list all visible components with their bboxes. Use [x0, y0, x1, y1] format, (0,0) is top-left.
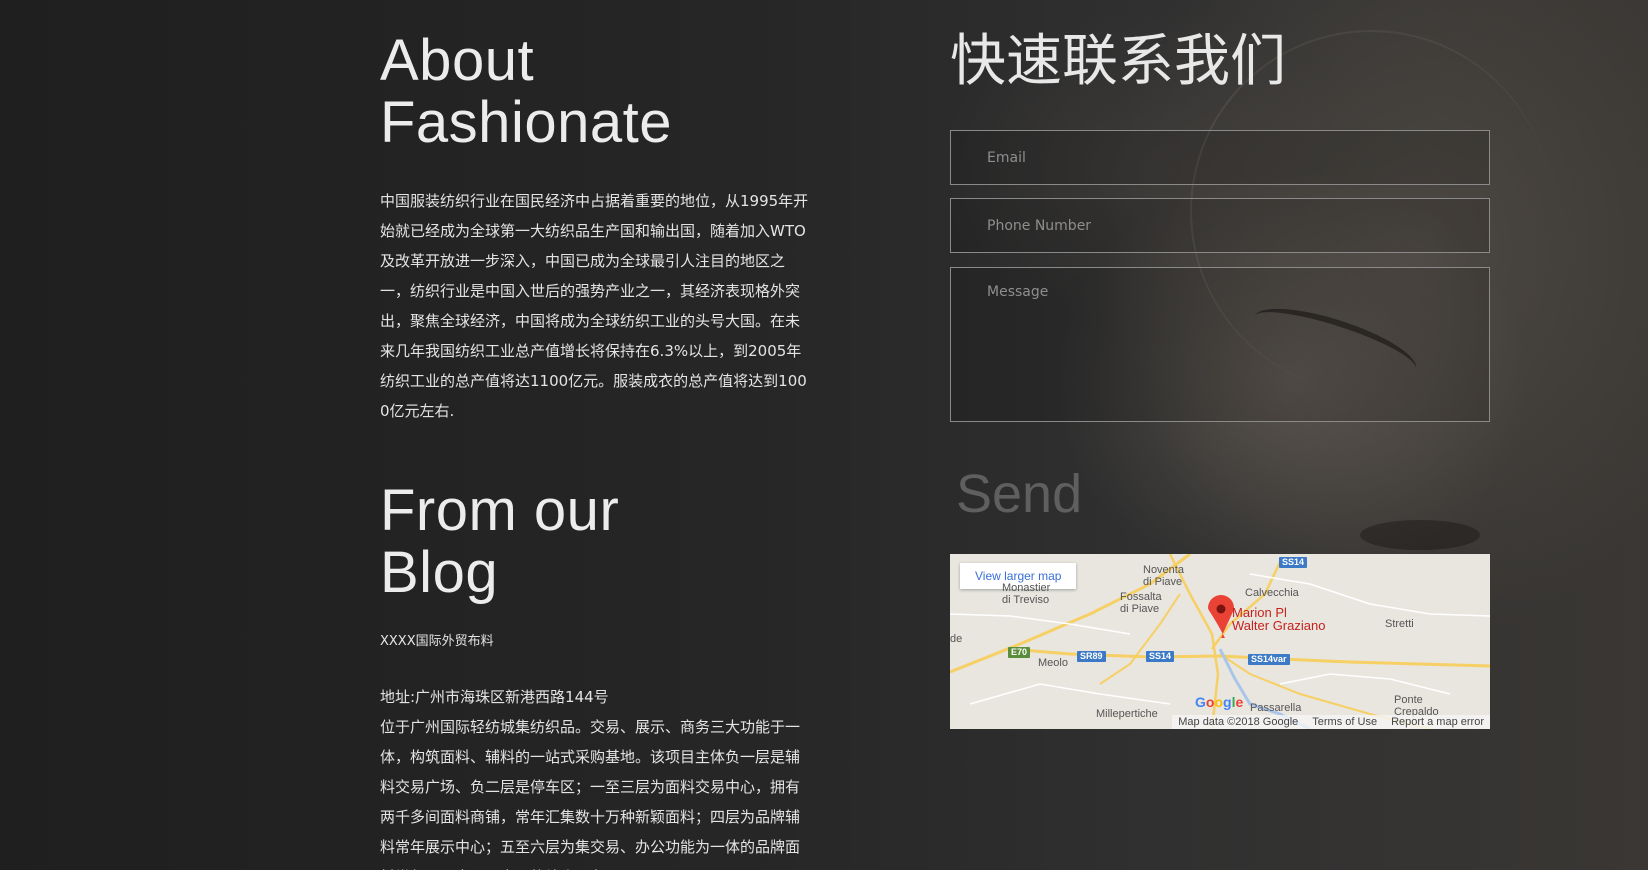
message-field[interactable]	[950, 267, 1490, 422]
blog-company-name: XXXX国际外贸布料	[380, 634, 494, 649]
background-lip-shape	[1360, 520, 1480, 550]
map-place-millepertiche: Millepertiche	[1096, 708, 1158, 720]
map-terms-link[interactable]: Terms of Use	[1312, 716, 1377, 728]
map-data-attribution: Map data ©2018 Google	[1178, 716, 1299, 728]
map-shield-ss14var: SS14var	[1248, 654, 1290, 665]
send-button[interactable]: Send	[956, 464, 1082, 524]
map-shield-sr89: SR89	[1077, 651, 1106, 662]
phone-number-field[interactable]	[950, 198, 1490, 253]
blog-title-line2: Blog	[380, 540, 499, 605]
map-place-fossalta: Fossalta di Piave	[1120, 591, 1162, 615]
map-place-stretti: Stretti	[1385, 618, 1414, 630]
map-place-calvecchia: Calvecchia	[1245, 587, 1299, 599]
map-shield-ss14-top: SS14	[1279, 557, 1308, 568]
map-place-noventa: Noventa di Piave	[1143, 564, 1184, 588]
email-field[interactable]	[950, 130, 1490, 185]
blog-address: 地址:广州市海珠区新港西路144号	[380, 688, 609, 706]
google-logo: Google	[1195, 694, 1244, 710]
blog-title-line1: From our	[380, 478, 620, 543]
about-title-line1: About	[380, 28, 535, 93]
map-marker-label: Marion Pl Walter Graziano	[1232, 605, 1326, 633]
map-shield-e70: E70	[1008, 647, 1031, 658]
map-report-error-link[interactable]: Report a map error	[1391, 716, 1484, 728]
map-shield-ss14-mid: SS14	[1146, 651, 1175, 662]
contact-form: 快速联系我们 Send	[950, 28, 1490, 524]
map-place-passarella: Passarella	[1250, 702, 1302, 714]
map-place-monastier: Monastier di Treviso	[1002, 582, 1051, 606]
map-place-meolo: Meolo	[1038, 657, 1068, 669]
about-title: About Fashionate	[380, 30, 810, 154]
blog-title: From our Blog	[380, 480, 810, 604]
about-text: 中国服装纺织行业在国民经济中占据着重要的地位，从1995年开始就已经成为全球第一…	[380, 192, 809, 420]
map-place-de: de	[950, 633, 963, 645]
map-footer: Map data ©2018 Google Terms of Use Repor…	[1172, 715, 1490, 729]
left-column: About Fashionate 中国服装纺织行业在国民经济中占据着重要的地位，…	[380, 30, 810, 870]
google-map[interactable]: View larger map Noventa di Piave Monasti…	[950, 554, 1490, 729]
blog-text: 位于广州国际轻纺城集纺织品。交易、展示、商务三大功能于一体，构筑面料、辅料的一站…	[380, 718, 801, 870]
about-title-line2: Fashionate	[380, 90, 672, 155]
map-marker-dot	[1216, 604, 1226, 614]
contact-title: 快速联系我们	[950, 29, 1286, 94]
